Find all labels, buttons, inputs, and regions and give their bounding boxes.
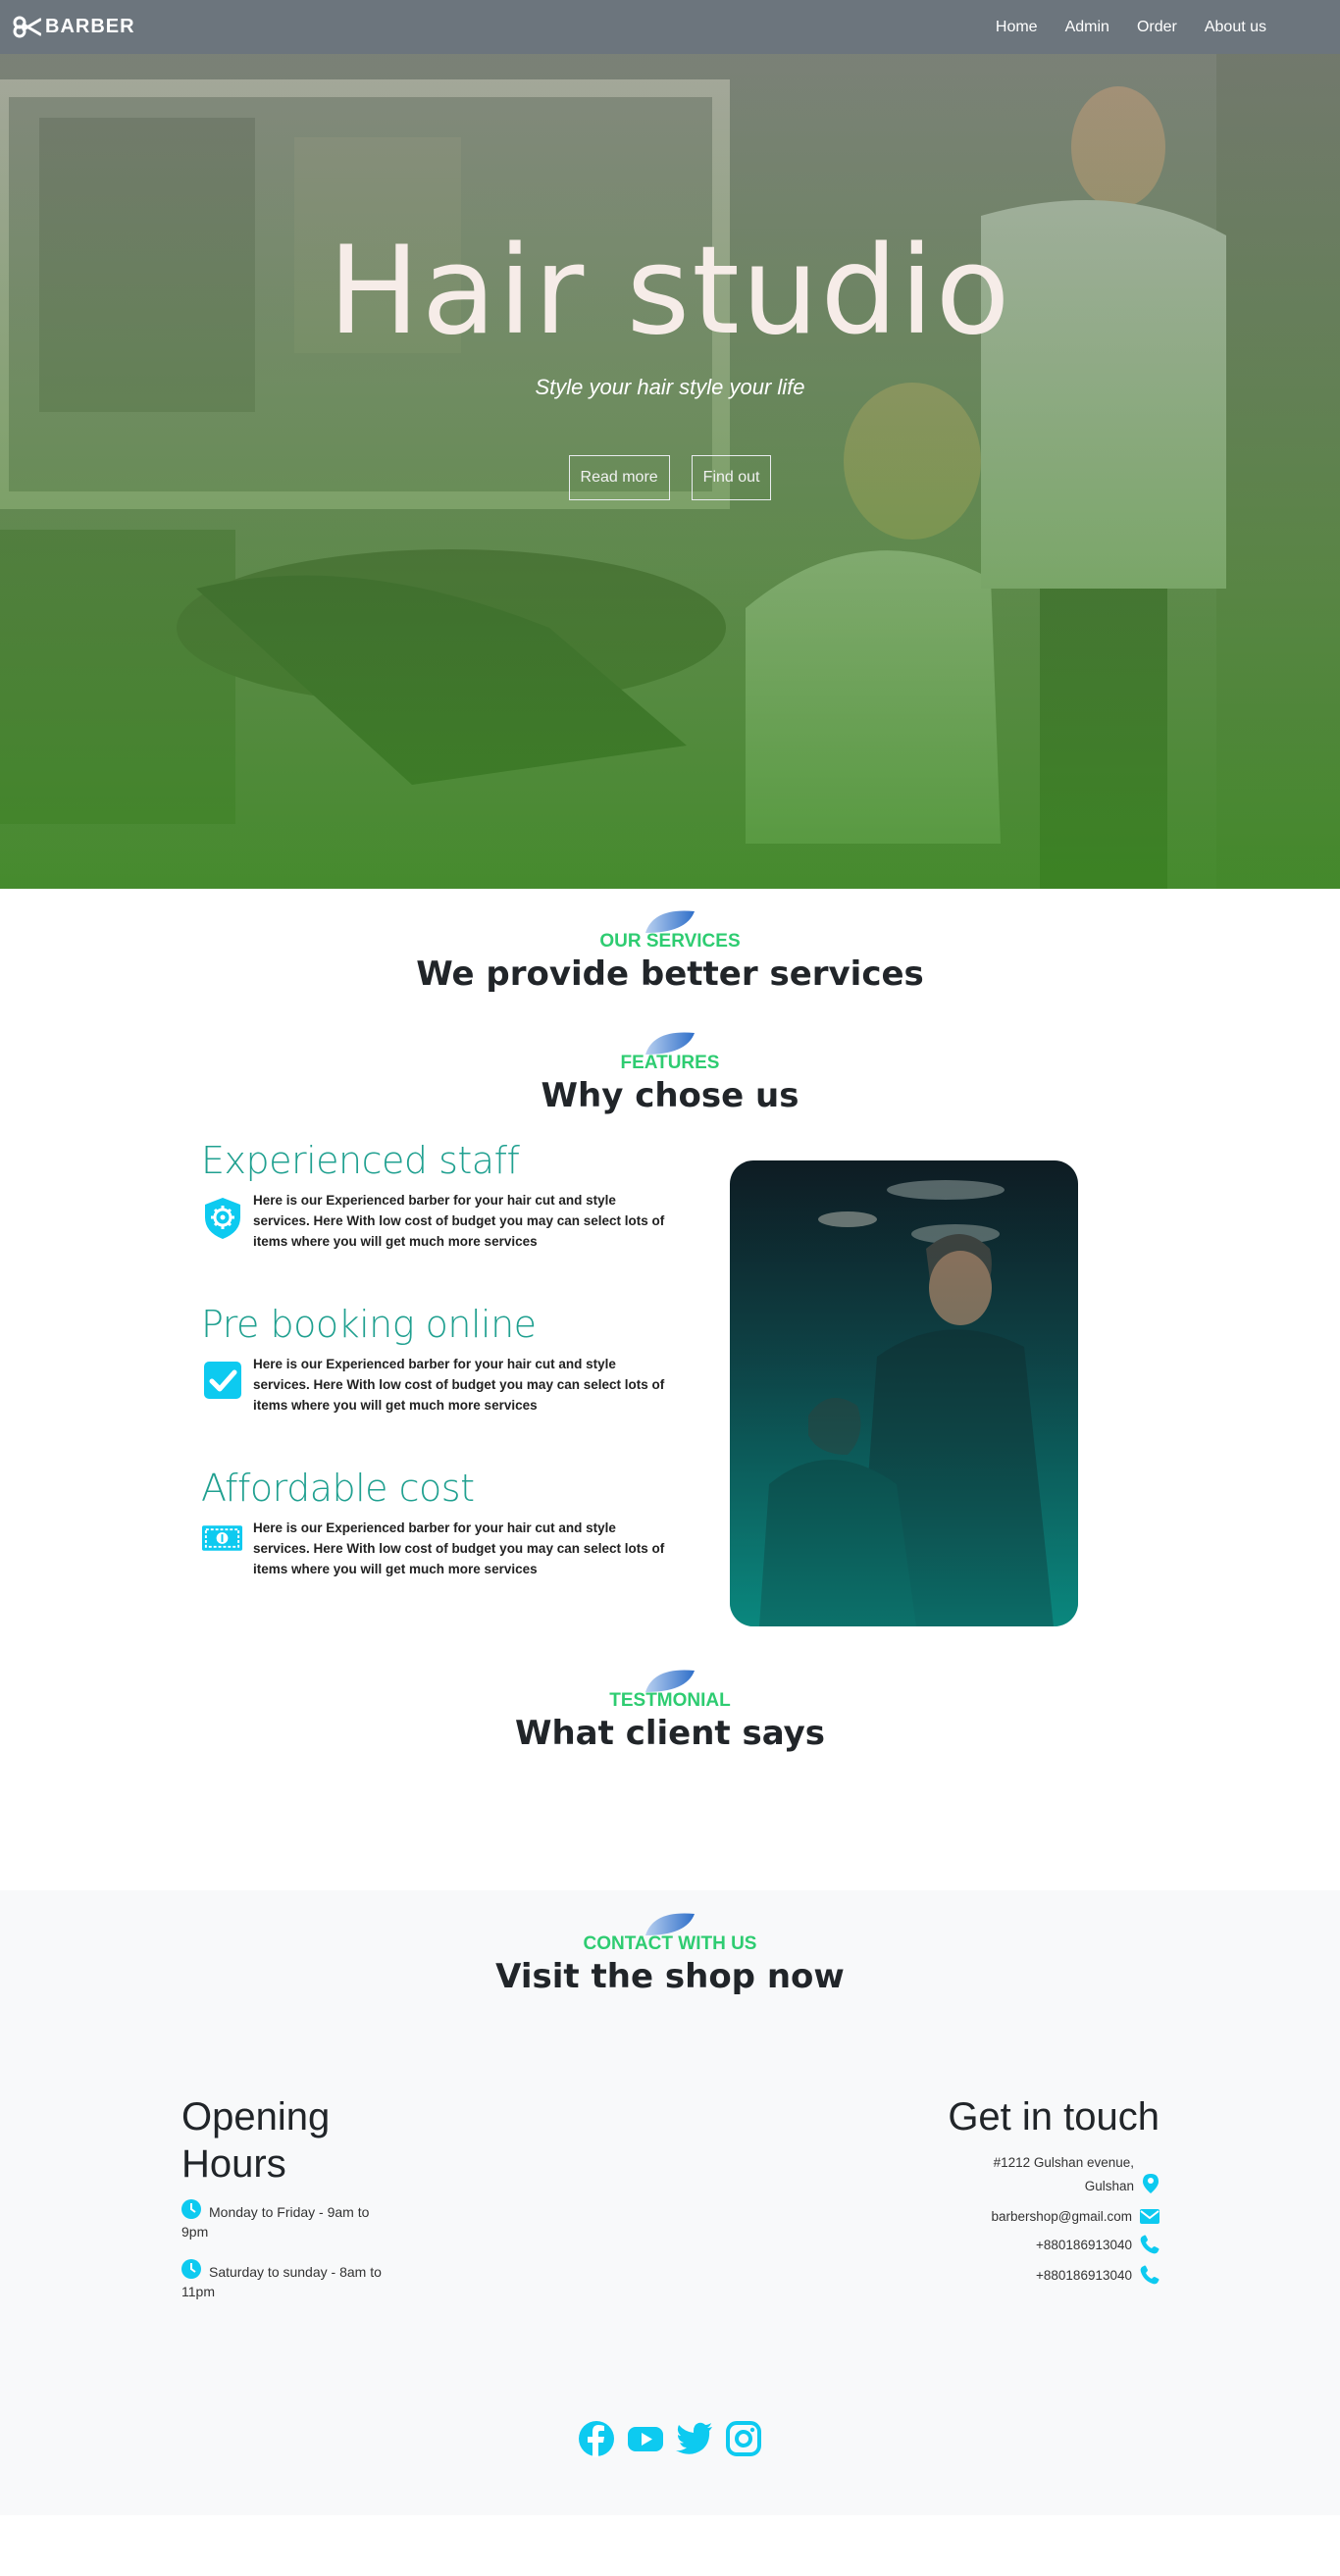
read-more-button[interactable]: Read more [568, 455, 670, 500]
hero-buttons: Read more Find out [0, 455, 1340, 500]
phone-icon [1140, 2235, 1160, 2254]
hero-subtitle: Style your hair style your life [535, 375, 805, 399]
nav-admin-link[interactable]: Admin [1052, 19, 1123, 36]
phone-line[interactable]: +880186913040 [904, 2265, 1160, 2285]
features-title: Why chose us [541, 1076, 799, 1115]
map-pin-icon [1143, 2174, 1159, 2193]
address-line: #1212 Gulshan evenue, Gulshan [904, 2151, 1160, 2198]
instagram-icon[interactable] [725, 2420, 762, 2457]
hours-item: Monday to Friday - 9am to 9pm [181, 2199, 397, 2241]
navbar: BARBER Home Admin Order About us [0, 0, 1340, 54]
testimonial-heading: TESTMONIAL What client says [0, 1665, 1340, 1890]
envelope-icon [1140, 2209, 1160, 2224]
testimonial-title: What client says [514, 1714, 826, 1753]
twitter-icon[interactable] [676, 2420, 713, 2457]
feature-title: Experienced staff [201, 1139, 520, 1182]
services-title: We provide better services [416, 954, 924, 994]
get-in-touch-title: Get in touch [948, 2095, 1160, 2138]
shield-gear-icon [204, 1198, 240, 1239]
phone-icon [1140, 2265, 1160, 2285]
clock-icon [181, 2199, 201, 2219]
feature-text: Here is our Experienced barber for your … [253, 1520, 665, 1576]
feature-pre-booking: Pre booking online Here is our Experienc… [201, 1303, 672, 1416]
opening-hours-title: Opening Hours [181, 2095, 331, 2186]
contact-kicker: CONTACT WITH US [583, 1933, 757, 1954]
features-section: Experienced staff Here is our Experience… [0, 1115, 1340, 1665]
services-heading: OUR SERVICES We provide better services [0, 889, 1340, 994]
money-icon [201, 1525, 243, 1551]
barber-photo [730, 1160, 1078, 1626]
nav-links: Home Admin Order About us [982, 0, 1266, 54]
hours-item: Saturday to sunday - 8am to 11pm [181, 2259, 397, 2301]
nav-home-link[interactable]: Home [982, 19, 1052, 36]
find-out-button[interactable]: Find out [691, 455, 772, 500]
social-links [0, 2420, 1340, 2457]
check-square-icon [203, 1362, 241, 1399]
feature-text: Here is our Experienced barber for your … [253, 1357, 665, 1413]
barber-photo-scene [730, 1160, 1078, 1626]
features-kicker: FEATURES [620, 1053, 720, 1073]
contact-heading: CONTACT WITH US Visit the shop now [0, 1890, 1340, 1996]
feature-title: Pre booking online [201, 1303, 537, 1346]
features-heading: FEATURES Why chose us [0, 994, 1340, 1115]
email-line[interactable]: barbershop@gmail.com [904, 2209, 1160, 2224]
feature-experienced-staff: Experienced staff Here is our Experience… [201, 1139, 672, 1252]
feature-affordable-cost: Affordable cost Here is our Experienced … [201, 1467, 672, 1579]
scissors-logo-icon [13, 16, 41, 38]
contact-title: Visit the shop now [495, 1957, 845, 1996]
opening-hours: Opening Hours Monday to Friday - 9am to … [181, 2093, 397, 2319]
hero-title: Hair studio [328, 221, 1012, 362]
brand-logo[interactable]: BARBER [13, 15, 135, 39]
hero-section: Hair studio Style your hair style your l… [0, 0, 1340, 889]
feature-title: Affordable cost [201, 1467, 475, 1510]
feature-text: Here is our Experienced barber for your … [253, 1193, 665, 1249]
brand-name: BARBER [45, 16, 135, 37]
youtube-icon[interactable] [627, 2420, 664, 2457]
services-kicker: OUR SERVICES [599, 931, 741, 952]
clock-icon [181, 2259, 201, 2279]
facebook-icon[interactable] [578, 2420, 615, 2457]
hero-overlay [0, 0, 1340, 889]
nav-about-link[interactable]: About us [1191, 19, 1266, 36]
get-in-touch: Get in touch #1212 Gulshan evenue, Gulsh… [904, 2093, 1160, 2285]
testimonial-kicker: TESTMONIAL [609, 1690, 731, 1711]
nav-order-link[interactable]: Order [1123, 19, 1191, 36]
contact-section: CONTACT WITH US Visit the shop now Openi… [0, 1890, 1340, 2515]
phone-line[interactable]: +880186913040 [904, 2235, 1160, 2254]
